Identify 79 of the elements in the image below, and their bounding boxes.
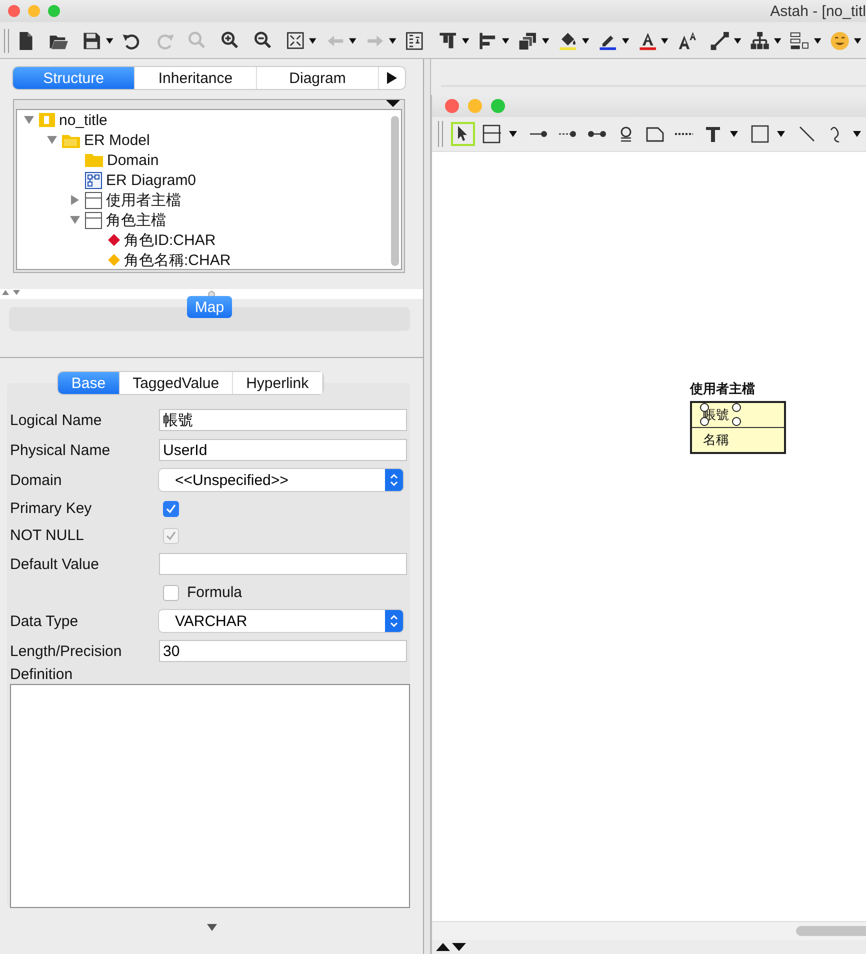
caret-icon[interactable]: [502, 38, 509, 44]
dropdown[interactable]: VARCHAR: [159, 610, 403, 632]
caret-icon[interactable]: [774, 38, 782, 44]
dropdown[interactable]: <<Unspecified>>: [159, 469, 403, 491]
caret-icon[interactable]: [349, 38, 356, 44]
caret-icon[interactable]: [777, 131, 785, 137]
table-icon: [482, 124, 502, 144]
stepper-icon: [390, 474, 398, 486]
checkmark-icon: [165, 503, 177, 514]
entity-title: 使用者主檔: [690, 380, 756, 398]
expanded-icon[interactable]: [47, 136, 57, 144]
field-label: Logical Name: [10, 412, 103, 428]
tree-item[interactable]: 角色主檔: [106, 210, 166, 230]
diamond-icon: [108, 254, 120, 266]
table-icon: [85, 212, 102, 228]
more-tabs-icon[interactable]: [387, 72, 397, 84]
model-folder-icon: [62, 132, 80, 148]
checkmark-icon: [165, 530, 177, 541]
scrollbar-thumb[interactable]: [796, 926, 866, 936]
field-label: Data Type: [10, 612, 80, 630]
tree-item[interactable]: ER Model: [84, 132, 150, 148]
caret-icon[interactable]: [389, 38, 396, 44]
input-field[interactable]: [159, 553, 407, 575]
tree-item[interactable]: ER Diagram0: [106, 172, 196, 188]
caret-icon[interactable]: [734, 38, 742, 44]
table-icon: [85, 192, 102, 208]
caret-icon[interactable]: [661, 38, 669, 44]
dotted-line-icon: [675, 133, 693, 135]
field-label: Length/Precision: [10, 642, 123, 660]
collapse-arrow-icon[interactable]: [206, 924, 216, 931]
rectangle-icon: [750, 124, 770, 144]
caret-icon[interactable]: [622, 38, 629, 44]
field-label: Definition: [10, 666, 74, 684]
input-field[interactable]: UserId: [159, 439, 407, 461]
caret-icon[interactable]: [509, 131, 517, 137]
tree-item[interactable]: 角色ID:CHAR: [124, 230, 216, 250]
line-style-icon[interactable]: [709, 29, 732, 53]
entity-attribute[interactable]: 名稱: [703, 431, 729, 449]
checkbox-label: Formula: [187, 584, 242, 601]
dropdown-icon[interactable]: [386, 100, 400, 107]
resize-arrows-icon[interactable]: [436, 943, 466, 951]
text-tool-icon: [703, 124, 723, 144]
expanded-icon[interactable]: [24, 116, 34, 124]
input-field[interactable]: 帳號: [159, 409, 407, 431]
tree-item[interactable]: Domain: [107, 152, 159, 168]
input-field[interactable]: 30: [159, 640, 407, 662]
project-icon: [39, 113, 55, 127]
field-label: NOT NULL: [10, 527, 85, 544]
checkbox[interactable]: [163, 584, 179, 600]
tree-item[interactable]: 使用者主檔: [106, 190, 181, 210]
close-button[interactable]: [445, 99, 459, 113]
expanded-icon[interactable]: [70, 216, 80, 224]
field-label: Domain: [10, 472, 63, 488]
tree-item[interactable]: no_title: [59, 112, 108, 128]
stepper-icon: [390, 615, 398, 627]
diagram-icon: [85, 172, 102, 188]
caret-icon[interactable]: [814, 38, 822, 44]
line-icon: [797, 124, 817, 144]
caret-icon[interactable]: [542, 38, 549, 44]
caret-icon[interactable]: [853, 131, 861, 137]
field-label: Default Value: [10, 556, 100, 572]
field-label: Physical Name: [10, 442, 112, 458]
checkbox[interactable]: [163, 500, 179, 516]
caret-icon[interactable]: [106, 38, 114, 44]
caret-icon[interactable]: [854, 38, 862, 44]
window-title: Astah - [no_titl: [770, 2, 866, 20]
scrollbar-thumb[interactable]: [391, 116, 399, 266]
caret-icon[interactable]: [582, 38, 589, 44]
caret-icon[interactable]: [730, 131, 738, 137]
tool-button[interactable]: [451, 122, 475, 146]
smiley-icon[interactable]: [829, 29, 851, 53]
folder-icon: [85, 153, 103, 167]
tool-button[interactable]: [480, 122, 504, 146]
caret-icon[interactable]: [462, 38, 470, 44]
tree-item[interactable]: 角色名稱:CHAR: [124, 250, 231, 269]
field-label: Primary Key: [10, 500, 93, 517]
collapsed-icon[interactable]: [71, 195, 79, 205]
diamond-icon: [108, 234, 120, 246]
caret-icon[interactable]: [309, 38, 317, 44]
